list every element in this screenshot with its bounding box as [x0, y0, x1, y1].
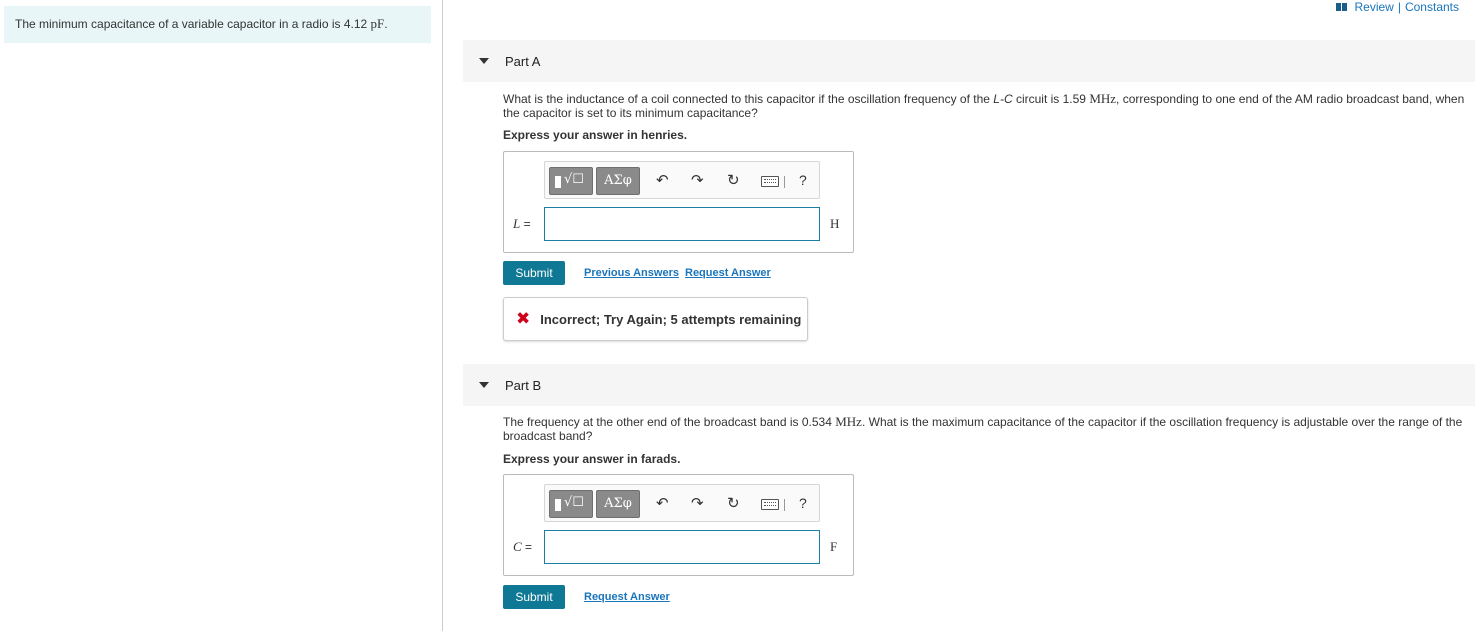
- intro-period: .: [384, 17, 388, 31]
- toolbar-divider: [784, 499, 785, 511]
- help-icon[interactable]: ?: [799, 495, 807, 511]
- part-b-variable-label: C =: [513, 539, 532, 555]
- help-icon[interactable]: ?: [799, 172, 807, 188]
- redo-icon[interactable]: ↷: [691, 495, 704, 511]
- part-b-unit: F: [830, 539, 838, 554]
- keyboard-icon[interactable]: [761, 176, 779, 187]
- part-b-question-text-1: The frequency at the other end of the br…: [503, 415, 836, 429]
- part-b-question: The frequency at the other end of the br…: [503, 414, 1468, 444]
- undo-icon[interactable]: ↶: [656, 495, 669, 511]
- templates-glyph: √☐: [564, 172, 584, 187]
- part-a-math-toolbar: √☐ ΑΣφ ↶ ↷ ↻ ?: [544, 161, 820, 199]
- x-icon: ✖: [516, 309, 531, 329]
- greek-symbols-button[interactable]: ΑΣφ: [596, 490, 640, 518]
- part-b-math-toolbar: √☐ ΑΣφ ↶ ↷ ↻ ?: [544, 484, 820, 522]
- part-a-express: Express your answer in henries.: [503, 128, 688, 142]
- templates-icon: [555, 499, 561, 511]
- part-b-submit-button[interactable]: Submit: [503, 585, 565, 609]
- part-a-question: What is the inductance of a coil connect…: [503, 91, 1468, 121]
- greek-symbols-button[interactable]: ΑΣφ: [596, 167, 640, 195]
- part-a-answer-box: √☐ ΑΣφ ↶ ↷ ↻ ? L = H: [503, 151, 854, 253]
- problem-panel: The minimum capacitance of a variable ca…: [0, 0, 443, 631]
- part-a-question-unit: MHz: [1089, 91, 1117, 106]
- templates-glyph: √☐: [564, 495, 584, 510]
- triangle-down-icon[interactable]: [479, 58, 489, 64]
- part-b-variable: C: [513, 539, 522, 554]
- templates-icon: [555, 176, 561, 188]
- part-b-answer-input[interactable]: [544, 530, 820, 564]
- feedback-box: ✖ Incorrect; Try Again; 5 attempts remai…: [503, 297, 808, 341]
- constants-link[interactable]: Constants: [1405, 0, 1459, 14]
- part-b-title: Part B: [505, 377, 542, 393]
- part-a-equals: =: [520, 217, 531, 231]
- link-separator: |: [1397, 0, 1401, 14]
- previous-answers-link[interactable]: Previous Answers: [584, 267, 679, 279]
- part-b-question-unit: MHz: [835, 414, 862, 429]
- intro-text: The minimum capacitance of a variable ca…: [15, 17, 371, 31]
- part-b-express: Express your answer in farads.: [503, 452, 681, 466]
- intro-unit: pF: [370, 16, 385, 31]
- top-links: Review | Constants: [1336, 0, 1459, 14]
- part-b-equals: =: [521, 540, 533, 554]
- part-a-variable-label: L =: [513, 216, 531, 232]
- part-b-answer-box: √☐ ΑΣφ ↶ ↷ ↻ ? C = F: [503, 474, 854, 576]
- part-a-question-text-1: What is the inductance of a coil connect…: [503, 92, 994, 106]
- part-a-request-answer-link[interactable]: Request Answer: [685, 267, 771, 279]
- part-a-header[interactable]: Part A: [463, 40, 1475, 82]
- templates-button[interactable]: √☐: [549, 490, 593, 518]
- triangle-down-icon[interactable]: [479, 382, 489, 388]
- review-link[interactable]: Review: [1354, 0, 1393, 14]
- part-a-unit: H: [830, 216, 840, 231]
- reset-icon[interactable]: ↻: [727, 495, 740, 511]
- part-b-request-answer-link[interactable]: Request Answer: [584, 591, 670, 603]
- feedback-text: Incorrect; Try Again; 5 attempts remaini…: [540, 311, 802, 327]
- part-a-question-text-2: circuit is 1.59: [1012, 92, 1090, 106]
- keyboard-icon[interactable]: [761, 499, 779, 510]
- problem-intro: The minimum capacitance of a variable ca…: [4, 6, 431, 43]
- part-a-title: Part A: [505, 53, 541, 69]
- toolbar-divider: [784, 176, 785, 188]
- part-a-answer-input[interactable]: [544, 207, 820, 241]
- templates-button[interactable]: √☐: [549, 167, 593, 195]
- part-a-question-lc: L-C: [993, 92, 1013, 106]
- part-a-submit-button[interactable]: Submit: [503, 261, 565, 285]
- part-b-header[interactable]: Part B: [463, 364, 1475, 406]
- book-icon: [1336, 3, 1348, 11]
- redo-icon[interactable]: ↷: [691, 172, 704, 188]
- undo-icon[interactable]: ↶: [656, 172, 669, 188]
- reset-icon[interactable]: ↻: [727, 172, 740, 188]
